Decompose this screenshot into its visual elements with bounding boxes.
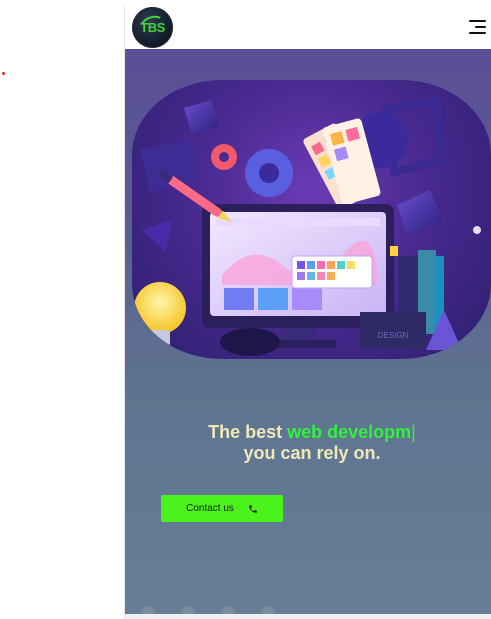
stray-dot <box>2 72 5 75</box>
headline-text-2: you can rely on. <box>243 443 381 463</box>
hero-section: DESIGN The best web developm| you can re… <box>125 49 491 619</box>
headline-highlight: web developm <box>287 422 412 442</box>
design-label: DESIGN <box>378 331 409 340</box>
mobile-viewport: TBS DESIGN The best web developm| you ca… <box>124 5 491 619</box>
footer-strip <box>125 614 491 619</box>
hero-illustration: DESIGN <box>132 80 491 359</box>
logo-arc <box>135 11 172 46</box>
typing-caret: | <box>411 422 416 442</box>
contact-us-button[interactable]: Contact us <box>161 495 283 522</box>
top-navbar: TBS <box>125 5 491 50</box>
hero-headline: The best web developm| you can rely on. <box>125 422 491 464</box>
carousel-dots <box>125 606 491 619</box>
hamburger-menu-icon[interactable] <box>468 18 486 34</box>
headline-text-1: The best <box>208 422 288 442</box>
contact-us-label: Contact us <box>186 503 234 514</box>
phone-icon <box>249 504 257 513</box>
brand-logo[interactable]: TBS <box>132 7 173 48</box>
